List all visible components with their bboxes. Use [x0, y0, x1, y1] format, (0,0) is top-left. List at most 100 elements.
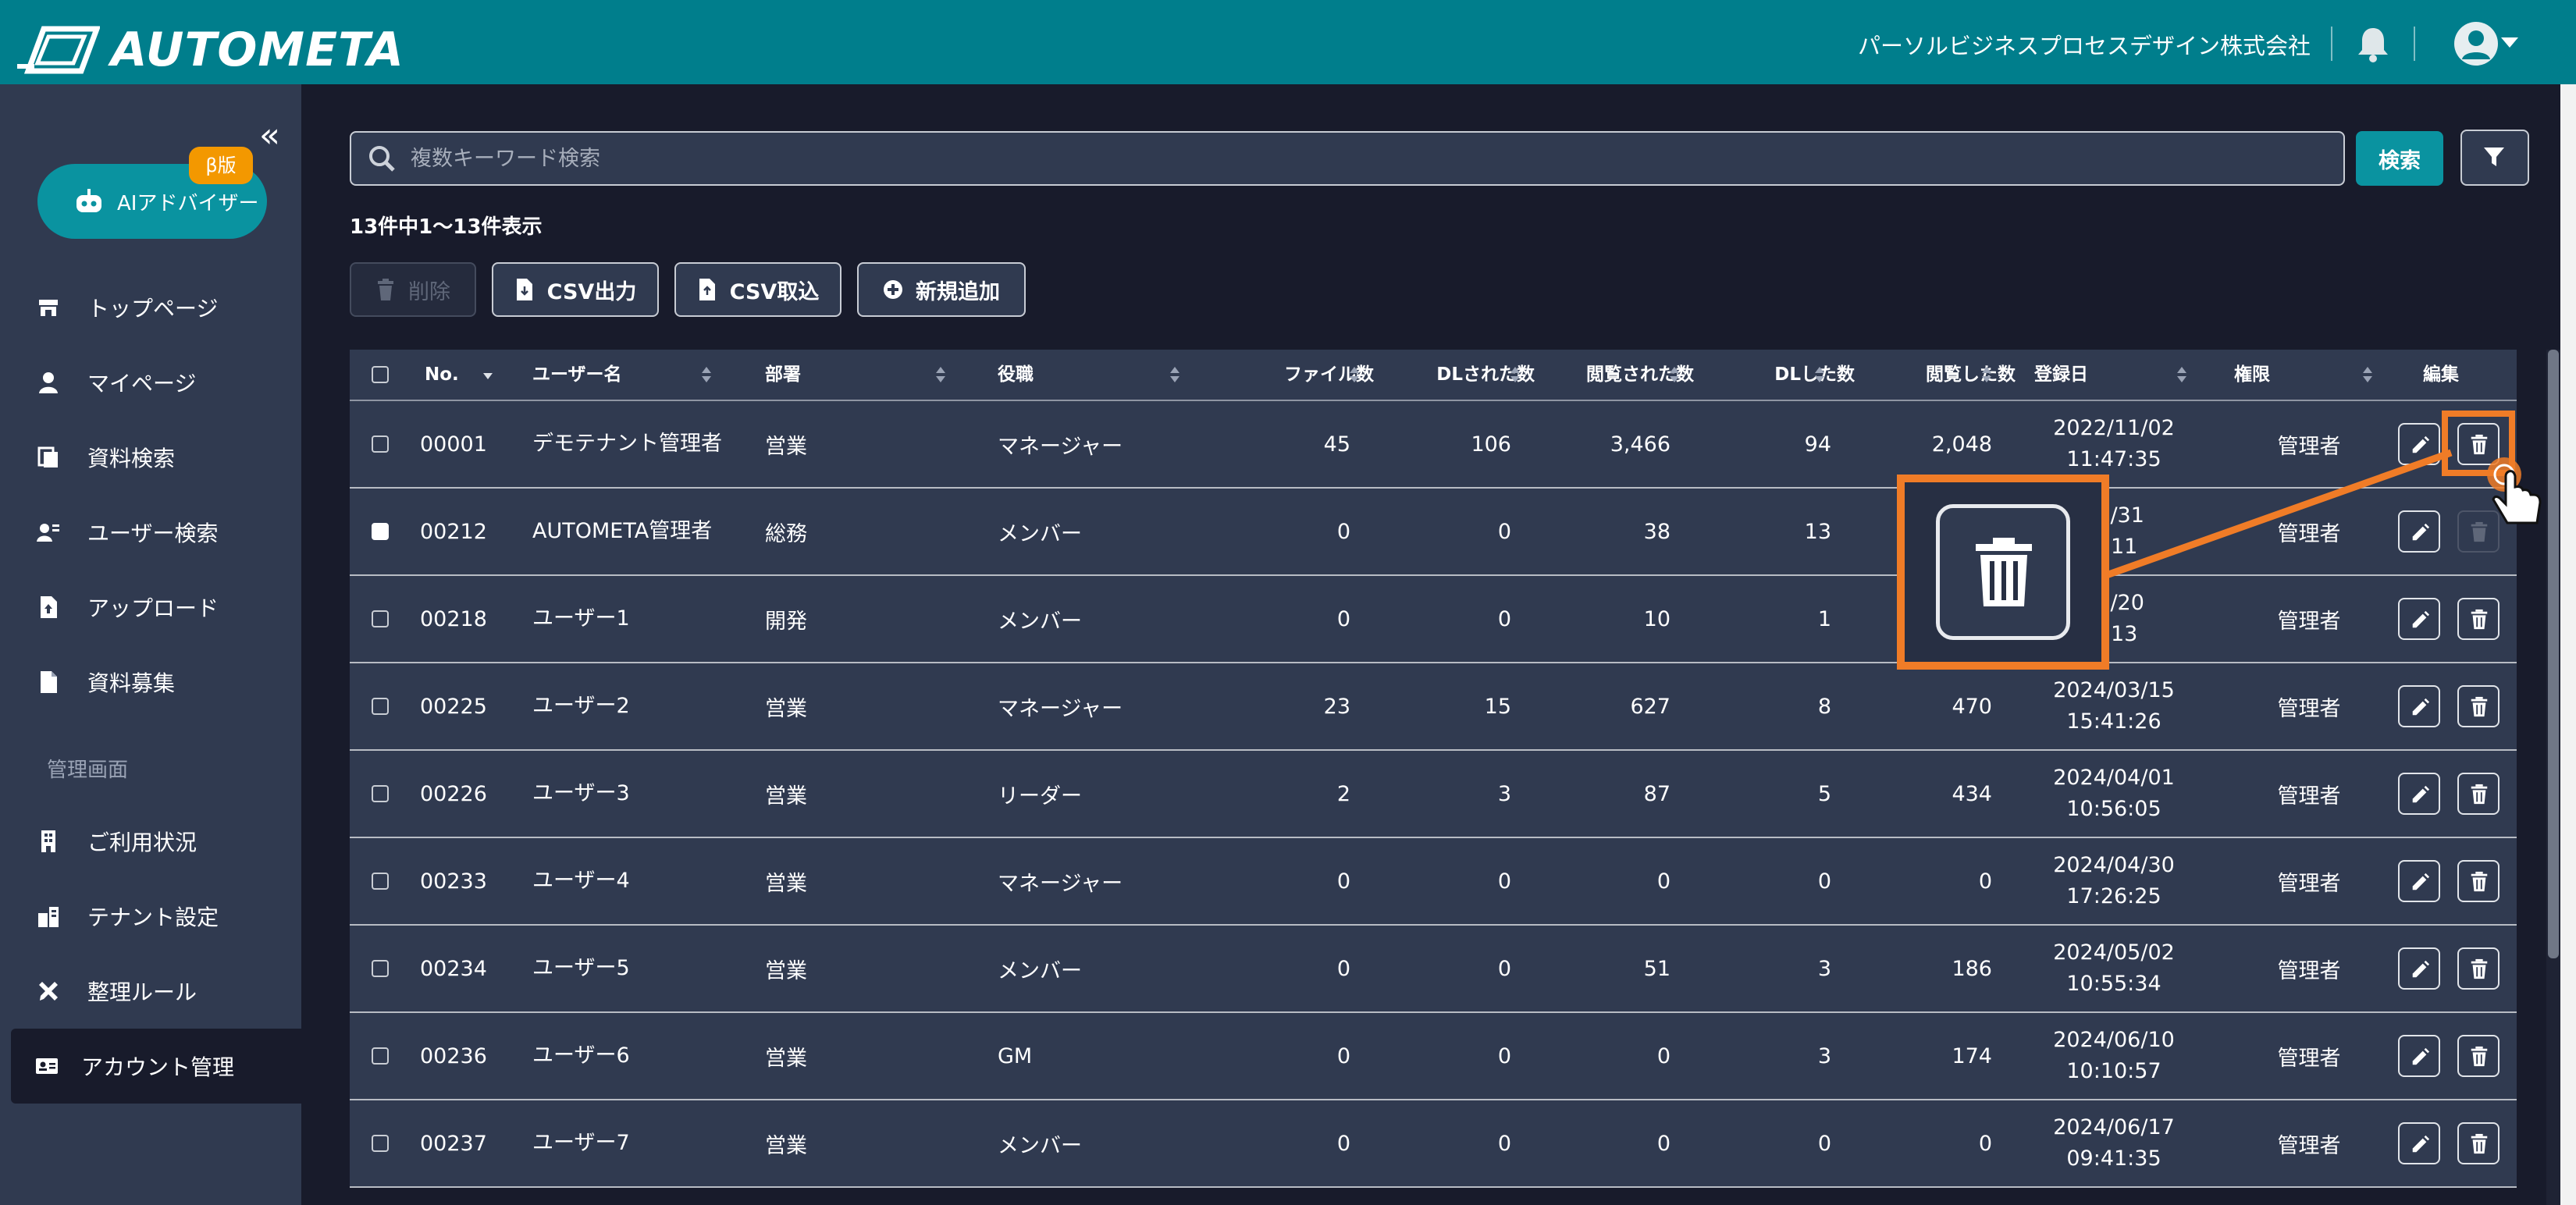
row-delete-button[interactable]	[2457, 947, 2500, 990]
sort-desc-icon[interactable]	[482, 365, 493, 384]
col-edit-header[interactable]: 編集	[2423, 350, 2459, 400]
cell-permission: 管理者	[2277, 958, 2341, 983]
sort-icon[interactable]	[2176, 365, 2187, 384]
edit-button[interactable]	[2398, 1122, 2440, 1164]
cell-role: マネージャー	[998, 871, 1123, 896]
sidebar-item-organize-rules[interactable]: 整理ルール	[0, 954, 301, 1029]
edit-button[interactable]	[2398, 860, 2440, 902]
search-button[interactable]: 検索	[2356, 131, 2443, 186]
sort-icon[interactable]	[935, 365, 946, 384]
time-text: 10:10:57	[2066, 1059, 2161, 1083]
person-icon	[39, 372, 58, 393]
row-checkbox[interactable]	[372, 873, 389, 890]
sort-icon[interactable]	[2362, 365, 2373, 384]
sidebar-item-document-request[interactable]: 資料募集	[0, 645, 301, 720]
sidebar-item-top-page[interactable]: トップページ	[0, 270, 301, 345]
cell-dept: 営業	[765, 696, 807, 721]
table-row[interactable]: 00233 ユーザー4 営業 マネージャー 0 0 0 0 0 2024/04/30 17:26:2…	[350, 838, 2517, 926]
date-text: 2024/03/15	[2053, 678, 2175, 702]
table-row[interactable]: 00218 ユーザー1 開発 メンバー 0 0 10 1 12/20 6:13 管理者	[350, 576, 2517, 663]
delete-button[interactable]: 削除	[350, 262, 476, 317]
sort-icon[interactable]	[1981, 365, 1992, 384]
scrollbar-thumb[interactable]	[2548, 350, 2559, 958]
row-delete-button[interactable]	[2457, 685, 2500, 727]
sort-icon[interactable]	[701, 365, 712, 384]
sidebar-item-document-search[interactable]: 資料検索	[0, 420, 301, 495]
col-position-header[interactable]: 役職	[998, 350, 1034, 400]
cell-permission: 管理者	[2277, 696, 2341, 721]
sidebar-item-upload[interactable]: アップロード	[0, 570, 301, 645]
collapse-sidebar-icon[interactable]: «	[259, 119, 280, 153]
table-row[interactable]: 00226 ユーザー3 営業 リーダー 2 3 87 5 434 2024/04/01 10:56:…	[350, 751, 2517, 838]
sidebar-item-tenant-settings[interactable]: テナント設定	[0, 879, 301, 954]
autometa-logo[interactable]: AUTOMETA	[14, 22, 404, 78]
cell-no: 00226	[420, 781, 487, 806]
table-row[interactable]: 00001 デモテナント管理者 営業 マネージャー 45 106 3,466 94 2,048 2…	[350, 401, 2517, 489]
edit-button[interactable]	[2398, 685, 2440, 727]
sidebar-item-user-search[interactable]: ユーザー検索	[0, 495, 301, 570]
user-table: No. ユーザー名 部署 役職 ファイル数 DLされた数 閲覧された数 DLした数 閲覧した数登…	[350, 350, 2517, 1205]
sidebar-item-label: 整理ルール	[87, 979, 197, 1005]
row-checkbox[interactable]	[372, 785, 389, 802]
edit-button[interactable]	[2398, 773, 2440, 815]
sort-icon[interactable]	[1669, 365, 1680, 384]
search-input[interactable]	[409, 140, 2317, 176]
table-row[interactable]: 00237 ユーザー7 営業 メンバー 0 0 0 0 0 2024/06/17 09:41:35 管…	[350, 1100, 2517, 1188]
sort-icon[interactable]	[1510, 365, 1521, 384]
table-row[interactable]: 00236 ユーザー6 営業 GM 0 0 0 3 174 2024/06/10 10:10:57 管…	[350, 1013, 2517, 1100]
table-row[interactable]: 00234 ユーザー5 営業 メンバー 0 0 51 3 186 2024/05/02 10:55:…	[350, 926, 2517, 1013]
filter-button[interactable]	[2460, 130, 2529, 186]
col-file-count-header[interactable]: ファイル数	[1284, 350, 1374, 400]
trash-icon	[2471, 871, 2488, 892]
row-delete-button[interactable]	[2457, 860, 2500, 902]
chevron-down-icon[interactable]	[2501, 37, 2518, 48]
sidebar-item-usage-status[interactable]: ご利用状況	[0, 804, 301, 879]
edit-button[interactable]	[2398, 1035, 2440, 1077]
row-checkbox[interactable]	[372, 610, 389, 627]
delete-label: 削除	[408, 279, 450, 304]
trash-icon	[378, 279, 393, 300]
row-checkbox[interactable]	[372, 523, 389, 540]
cell-no: 00234	[420, 956, 487, 981]
row-checkbox[interactable]	[372, 435, 389, 453]
edit-button[interactable]	[2398, 947, 2440, 990]
col-registered-date-header[interactable]: 登録日	[2034, 350, 2088, 400]
col-no-header[interactable]: No.	[425, 350, 459, 400]
table-row[interactable]: 00212 AUTOMETA管理者 総務 メンバー 0 0 38 13 05/31 6:11 管理者	[350, 489, 2517, 576]
edit-button[interactable]	[2398, 423, 2440, 465]
sidebar-item-account-management[interactable]: アカウント管理	[11, 1029, 303, 1104]
plus-circle-icon	[884, 280, 902, 299]
edit-button[interactable]	[2398, 510, 2440, 553]
table-row[interactable]: 00225 ユーザー2 営業 マネージャー 23 15 627 8 470 2024/03/15 1…	[350, 663, 2517, 751]
edit-button[interactable]	[2398, 598, 2440, 640]
date-text: 2024/06/17	[2053, 1115, 2175, 1139]
cell-name: ユーザー3	[532, 781, 630, 805]
col-view-count-header[interactable]: 閲覧した数	[1926, 350, 2016, 400]
cell-no: 00236	[420, 1043, 487, 1068]
row-delete-button[interactable]	[2457, 1122, 2500, 1164]
sort-icon[interactable]	[1814, 365, 1825, 384]
row-checkbox[interactable]	[372, 698, 389, 715]
row-checkbox[interactable]	[372, 1047, 389, 1065]
row-checkbox[interactable]	[372, 1135, 389, 1152]
col-department-header[interactable]: 部署	[765, 350, 801, 400]
col-permission-header[interactable]: 権限	[2234, 350, 2270, 400]
cell-role: リーダー	[998, 784, 1082, 809]
cell-no: 00218	[420, 606, 487, 631]
sidebar-item-my-page[interactable]: マイページ	[0, 345, 301, 420]
user-avatar-icon[interactable]	[2454, 22, 2498, 66]
sort-icon[interactable]	[1169, 365, 1180, 384]
row-delete-button[interactable]	[2457, 1035, 2500, 1077]
add-new-button[interactable]: 新規追加	[857, 262, 1026, 317]
csv-export-button[interactable]: CSV出力	[492, 262, 659, 317]
select-all-checkbox[interactable]	[372, 366, 389, 383]
col-username-header[interactable]: ユーザー名	[532, 350, 622, 400]
sort-icon[interactable]	[1349, 365, 1360, 384]
csv-import-button[interactable]: CSV取込	[674, 262, 841, 317]
cell-dept: 営業	[765, 434, 807, 459]
row-delete-button[interactable]	[2457, 773, 2500, 815]
bell-icon[interactable]	[2356, 25, 2390, 62]
row-checkbox[interactable]	[372, 960, 389, 977]
cell-permission: 管理者	[2277, 1046, 2341, 1071]
row-delete-button[interactable]	[2457, 598, 2500, 640]
